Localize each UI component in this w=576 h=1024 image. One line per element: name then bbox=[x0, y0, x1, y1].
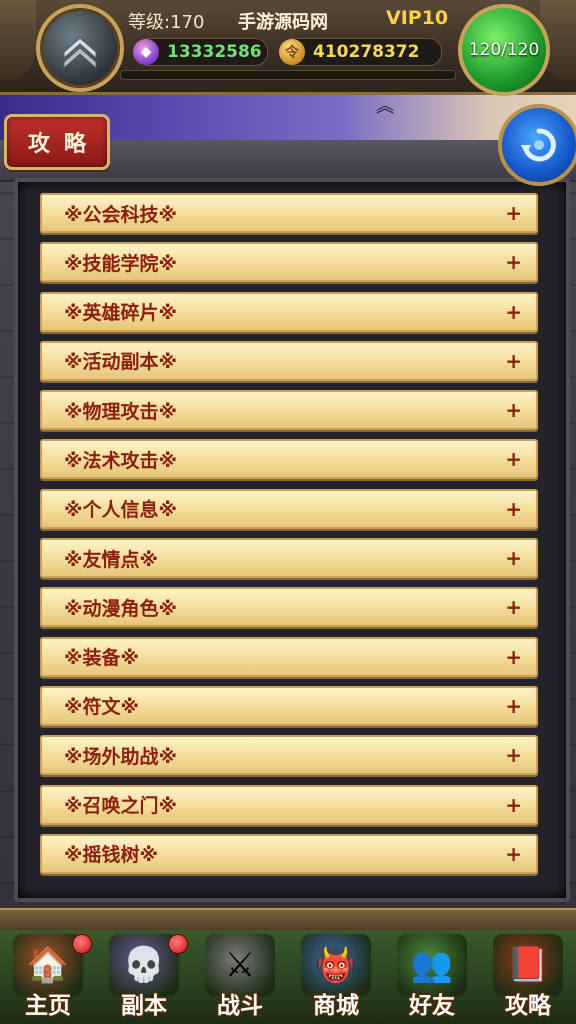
nav-item[interactable]: 👥 好友 bbox=[384, 930, 480, 1024]
expand-plus-icon[interactable]: + bbox=[505, 201, 522, 225]
list-item-label: ※友情点※ bbox=[64, 548, 158, 571]
list-item-label: ※技能学院※ bbox=[64, 252, 177, 275]
list-item-label: ※场外助战※ bbox=[64, 745, 177, 768]
gold-counter[interactable]: 令 410278372 bbox=[279, 38, 442, 66]
expand-plus-icon[interactable]: + bbox=[505, 793, 522, 817]
vip-badge[interactable]: VIP10 bbox=[386, 7, 448, 29]
list-item[interactable]: ※动漫角色※ + bbox=[40, 587, 538, 628]
list-item[interactable]: ※摇钱树※ + bbox=[40, 833, 538, 874]
expand-plus-icon[interactable]: + bbox=[505, 250, 522, 274]
list-item[interactable]: ※友情点※ + bbox=[40, 538, 538, 579]
list-item-label: ※符文※ bbox=[64, 696, 139, 719]
nav-item[interactable]: ⚔ 战斗 bbox=[192, 930, 288, 1024]
list-item-label: ※个人信息※ bbox=[64, 499, 177, 522]
list-item[interactable]: ※个人信息※ + bbox=[40, 488, 538, 529]
expand-plus-icon[interactable]: + bbox=[505, 842, 522, 866]
guide-topic-list: ※公会科技※ + ※技能学院※ + ※英雄碎片※ + ※活动副本※ + ※物理攻击※ + ※法术攻击… bbox=[40, 193, 538, 883]
top-hud: 等级:170 手游源码网 VIP10 ◆ 13332586 令 41027837… bbox=[0, 0, 576, 96]
expand-plus-icon[interactable]: + bbox=[505, 398, 522, 422]
expand-plus-icon[interactable]: + bbox=[505, 595, 522, 619]
expand-plus-icon[interactable]: + bbox=[505, 349, 522, 373]
gem-counter[interactable]: ◆ 13332586 bbox=[133, 38, 268, 66]
expand-plus-icon[interactable]: + bbox=[505, 497, 522, 521]
gem-icon: ◆ bbox=[133, 39, 159, 65]
refresh-button[interactable] bbox=[498, 104, 576, 186]
rank-chevron-icon bbox=[63, 37, 97, 70]
bottom-ornament-bar bbox=[0, 908, 576, 932]
list-item[interactable]: ※符文※ + bbox=[40, 685, 538, 726]
list-item[interactable]: ※技能学院※ + bbox=[40, 242, 538, 283]
expand-plus-icon[interactable]: + bbox=[505, 645, 522, 669]
nav-item-label: 好友 bbox=[409, 993, 455, 1019]
expand-plus-icon[interactable]: + bbox=[505, 694, 522, 718]
list-item[interactable]: ※场外助战※ + bbox=[40, 735, 538, 776]
nav-item[interactable]: 💀 副本 bbox=[96, 930, 192, 1024]
bottom-navigation: 🏠 主页 💀 副本 ⚔ 战斗 👹 商城 👥 好友 📕 攻略 bbox=[0, 930, 576, 1024]
expand-plus-icon[interactable]: + bbox=[505, 743, 522, 767]
player-name: 手游源码网 bbox=[238, 12, 328, 33]
guide-tab-button[interactable]: 攻略 bbox=[4, 114, 110, 170]
notification-badge bbox=[168, 934, 188, 954]
nav-item-label: 商城 bbox=[313, 993, 359, 1019]
list-item[interactable]: ※法术攻击※ + bbox=[40, 439, 538, 480]
gold-value: 410278372 bbox=[313, 42, 420, 62]
list-item[interactable]: ※活动副本※ + bbox=[40, 340, 538, 381]
gold-coin-icon: 令 bbox=[279, 39, 305, 65]
list-item[interactable]: ※英雄碎片※ + bbox=[40, 291, 538, 332]
list-item-label: ※摇钱树※ bbox=[64, 844, 158, 867]
nav-item[interactable]: 🏠 主页 bbox=[0, 930, 96, 1024]
nav-item-label: 攻略 bbox=[505, 993, 551, 1019]
nav-item-label: 战斗 bbox=[217, 993, 263, 1019]
player-level: 等级:170 bbox=[128, 12, 205, 33]
experience-bar bbox=[120, 70, 456, 80]
list-item[interactable]: ※物理攻击※ + bbox=[40, 390, 538, 431]
list-item-label: ※装备※ bbox=[64, 647, 139, 670]
bat-icon: ︽ bbox=[376, 96, 394, 117]
swirl-icon bbox=[521, 128, 556, 162]
stamina-value: 120/120 bbox=[468, 40, 540, 60]
list-item[interactable]: ※公会科技※ + bbox=[40, 193, 538, 233]
hud-corner-left-ornament bbox=[0, 0, 36, 80]
expand-plus-icon[interactable]: + bbox=[505, 546, 522, 570]
rank-chevron-button[interactable] bbox=[36, 4, 124, 92]
expand-plus-icon[interactable]: + bbox=[505, 447, 522, 471]
list-item-label: ※活动副本※ bbox=[64, 351, 177, 374]
list-item-label: ※公会科技※ bbox=[64, 203, 177, 226]
nav-item[interactable]: 👹 商城 bbox=[288, 930, 384, 1024]
list-item-label: ※召唤之门※ bbox=[64, 795, 177, 818]
list-item-label: ※法术攻击※ bbox=[64, 449, 177, 472]
list-item[interactable]: ※召唤之门※ + bbox=[40, 784, 538, 825]
notification-badge bbox=[72, 934, 92, 954]
nav-item-label: 主页 bbox=[25, 993, 71, 1019]
list-item-label: ※物理攻击※ bbox=[64, 400, 177, 423]
gem-value: 13332586 bbox=[167, 42, 262, 62]
list-item-label: ※英雄碎片※ bbox=[64, 302, 177, 325]
list-item[interactable]: ※装备※ + bbox=[40, 636, 538, 677]
nav-item[interactable]: 📕 攻略 bbox=[480, 930, 576, 1024]
list-item-label: ※动漫角色※ bbox=[64, 597, 177, 620]
nav-item-label: 副本 bbox=[121, 993, 167, 1019]
stamina-orb[interactable]: 120/120 bbox=[458, 4, 550, 96]
expand-plus-icon[interactable]: + bbox=[505, 300, 522, 324]
